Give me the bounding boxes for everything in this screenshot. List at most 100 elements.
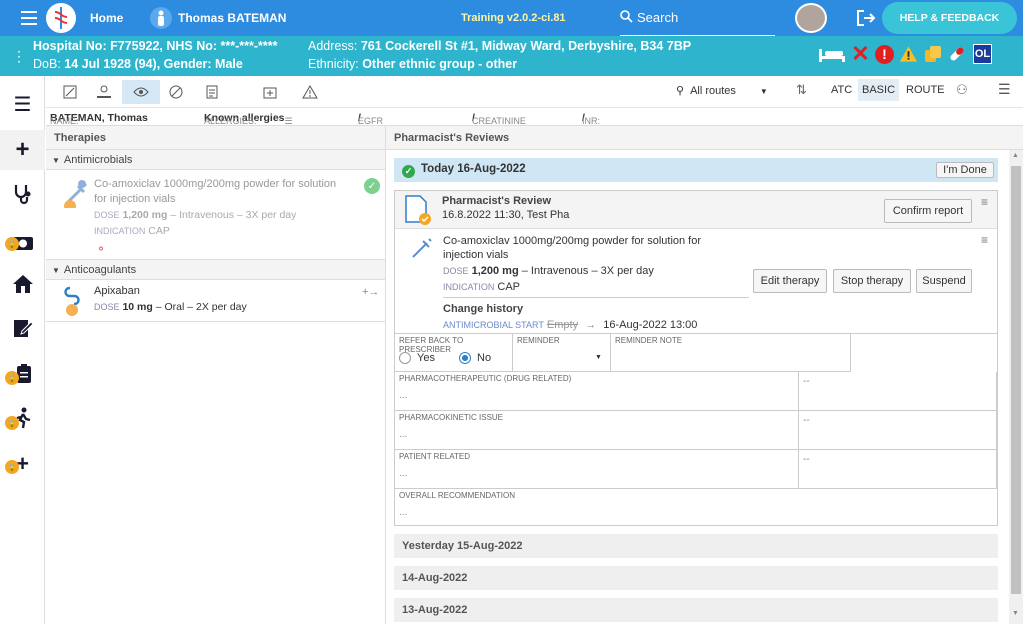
reviews-title: Pharmacist's Reviews	[386, 126, 1023, 150]
bed-icon[interactable]	[818, 44, 846, 64]
chevron-down-icon: ▼	[759, 87, 768, 96]
sign-document-icon[interactable]	[0, 308, 45, 348]
syringe-icon	[411, 237, 433, 262]
scrollbar-thumb[interactable]	[1011, 166, 1021, 594]
calendar-add-icon[interactable]	[252, 80, 288, 104]
sort-icon[interactable]: ⇅	[796, 82, 807, 98]
review-title: Pharmacist's Review	[442, 195, 552, 207]
im-done-button[interactable]: I'm Done	[936, 162, 994, 178]
alert-circle-icon[interactable]: !	[875, 44, 894, 64]
lock-icon: 🔒	[5, 460, 19, 474]
route-tab[interactable]: ROUTE	[906, 84, 945, 96]
review-header: Pharmacist's Review 16.8.2022 11:30, Tes…	[395, 191, 997, 229]
avatar[interactable]	[795, 3, 827, 33]
pharmaco-field[interactable]: ...	[399, 390, 407, 401]
refer-no-radio[interactable]: No	[459, 352, 491, 364]
reminder-note-field[interactable]: REMINDER NOTE	[611, 334, 851, 372]
cross-icon[interactable]: ✕	[851, 41, 870, 66]
lock-icon: 🔒	[5, 237, 19, 251]
scroll-down-icon[interactable]: ▼	[1012, 610, 1019, 617]
help-feedback-button[interactable]: HELP & FEEDBACK	[882, 2, 1017, 34]
day-yesterday[interactable]: Yesterday 15-Aug-2022	[394, 534, 998, 558]
hospital-no: Hospital No: F775922, NHS No: ***-***-**…	[33, 39, 278, 53]
group-icon[interactable]: ⚇	[956, 82, 968, 98]
routes-select[interactable]: ⚲ All routes ▼	[676, 84, 768, 97]
more-icon[interactable]: ⋮	[12, 48, 26, 65]
caret-down-icon: ▼	[52, 266, 60, 275]
address: Address: 761 Cockerell St #1, Midway War…	[308, 39, 692, 53]
reminder-select[interactable]: REMINDER ▼	[513, 334, 611, 372]
warning-outline-icon[interactable]	[292, 80, 328, 104]
side-nav: ☰ + 🔒 🔒 🔒 + 🔒	[0, 76, 45, 624]
day-13-aug[interactable]: 13-Aug-2022	[394, 598, 998, 622]
patient-bar: ⋮ Hospital No: F775922, NHS No: ***-***-…	[0, 36, 1023, 76]
kinetic-field[interactable]: ...	[399, 429, 407, 440]
route-icon: ⚲	[676, 85, 685, 97]
therapies-panel: Therapies ▼ Antimicrobials Co-amoxiclav 1…	[46, 126, 386, 624]
pill-dropper-icon	[62, 286, 84, 319]
copies-icon[interactable]	[923, 44, 942, 64]
review-card: Pharmacist's Review 16.8.2022 11:30, Tes…	[394, 190, 998, 526]
stop-therapy-button[interactable]: Stop therapy	[833, 269, 911, 293]
confirm-report-button[interactable]: Confirm report	[884, 199, 972, 223]
logout-icon[interactable]	[856, 0, 876, 36]
group-anticoagulants[interactable]: ▼ Anticoagulants	[46, 260, 385, 280]
home-link[interactable]: Home	[90, 0, 123, 36]
caret-down-icon: ▼	[52, 156, 60, 165]
plus-icon[interactable]: +	[0, 130, 45, 170]
caret-down-icon: ▼	[595, 354, 602, 361]
atc-tab[interactable]: ATC	[831, 84, 852, 96]
refer-yes-radio[interactable]: Yes	[399, 352, 435, 364]
today-bar: ✓ Today 16-Aug-2022	[394, 158, 998, 182]
scrollbar[interactable]: ▲ ▼	[1009, 150, 1023, 624]
group-antimicrobials[interactable]: ▼ Antimicrobials	[46, 150, 385, 170]
suspend-button[interactable]: Suspend	[916, 269, 972, 293]
hand-pill-icon[interactable]	[86, 80, 122, 104]
arrows-icon[interactable]: +→	[362, 286, 379, 298]
hamburger-icon[interactable]: ☰	[998, 81, 1011, 98]
list-icon[interactable]: ☰	[0, 84, 45, 124]
alert-icons: ✕ ! OL	[818, 41, 992, 66]
edit-chart-icon[interactable]	[52, 80, 88, 104]
search-icon	[620, 9, 633, 26]
reviews-panel: Pharmacist's Reviews ✓ Today 16-Aug-2022 …	[386, 126, 1023, 624]
eye-icon[interactable]	[122, 80, 160, 104]
arrow-right-icon: →	[585, 319, 597, 331]
search-input[interactable]: Search	[620, 0, 775, 36]
patient-button[interactable]: Thomas BATEMAN	[150, 0, 286, 36]
patient-related-field[interactable]: ...	[399, 468, 407, 479]
edit-therapy-button[interactable]: Edit therapy	[753, 269, 827, 293]
home-icon[interactable]	[0, 264, 45, 304]
training-label: Training v2.0.2-ci.81	[461, 12, 566, 24]
top-bar: Home Thomas BATEMAN Training v2.0.2-ci.8…	[0, 0, 1023, 36]
therapy-apixaban[interactable]: Apixaban DOSE 10 mg – Oral – 2X per day …	[46, 280, 385, 322]
toolbar: ⚲ All routes ▼ ⇅ ATC BASIC ROUTE ⚇ ☰	[46, 76, 1023, 108]
stethoscope-icon[interactable]	[0, 174, 45, 214]
pill-outline-icon[interactable]	[158, 80, 194, 104]
therapies-title: Therapies	[46, 126, 385, 150]
basic-tab[interactable]: BASIC	[858, 79, 900, 101]
person-icon	[150, 7, 172, 29]
scroll-up-icon[interactable]: ▲	[1012, 152, 1019, 159]
document-check-icon	[405, 195, 431, 228]
resistance-icon: ⚬	[96, 242, 107, 256]
dob: DoB: 14 Jul 1928 (94), Gender: Male	[33, 57, 243, 71]
ethnicity: Ethnicity: Other ethnic group - other	[308, 57, 518, 71]
check-circle-icon: ✓	[402, 165, 415, 178]
day-14-aug[interactable]: 14-Aug-2022	[394, 566, 998, 590]
drug-name: Co-amoxiclav 1000mg/200mg powder for sol…	[443, 235, 702, 247]
lock-icon: 🔒	[5, 371, 19, 385]
menu-icon[interactable]	[20, 0, 38, 36]
ol-badge[interactable]: OL	[973, 44, 992, 64]
change-history-title: Change history	[443, 303, 524, 315]
kebab-icon[interactable]: ≡	[981, 195, 988, 209]
overall-field[interactable]: ...	[399, 507, 407, 518]
document-icon[interactable]	[194, 80, 230, 104]
pill-icon[interactable]	[947, 44, 966, 64]
lock-icon: 🔒	[5, 416, 19, 430]
warning-icon[interactable]	[899, 44, 918, 64]
app-logo	[46, 3, 76, 33]
kebab-icon[interactable]: ≡	[981, 233, 988, 247]
therapy-coamoxiclav[interactable]: Co-amoxiclav 1000mg/200mg powder for sol…	[46, 170, 385, 260]
patient-info-bar: NAME: BATEMAN, Thomas ALLERGIES: Known a…	[46, 108, 1023, 136]
